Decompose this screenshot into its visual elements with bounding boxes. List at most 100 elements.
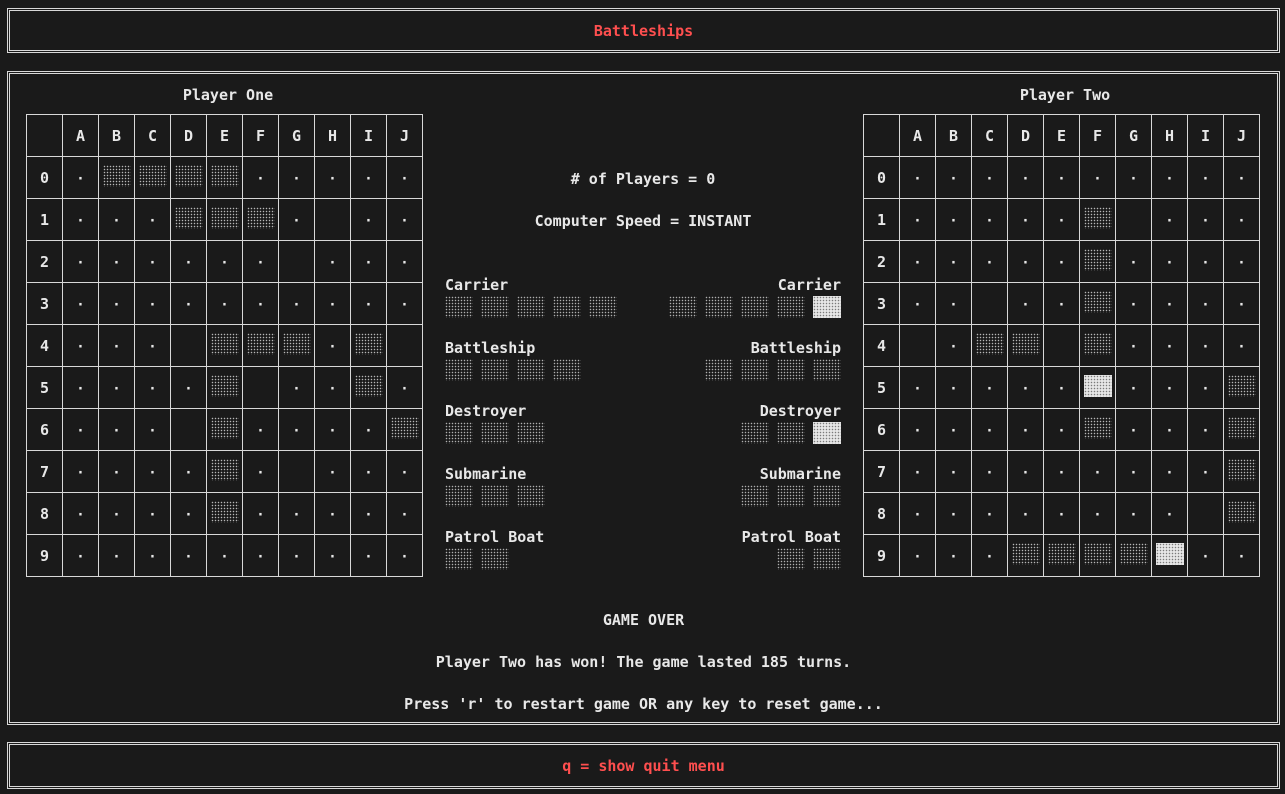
empty-water: · (1165, 170, 1174, 187)
board-cell: · (278, 366, 315, 409)
board-cell: · (899, 492, 936, 535)
board-cell: · (971, 534, 1008, 577)
ship-block (517, 422, 545, 444)
empty-water: · (1021, 506, 1030, 523)
empty-water: · (1021, 380, 1030, 397)
board-cell (206, 492, 243, 535)
empty-water: · (1237, 296, 1246, 313)
empty-water: · (256, 548, 265, 565)
hit-segment (1155, 542, 1184, 565)
board-cell: · (1007, 450, 1044, 493)
row-header: 5 (26, 366, 63, 409)
empty-water: · (1165, 506, 1174, 523)
board-cell: · (899, 408, 936, 451)
board-cell: · (350, 240, 387, 283)
empty-water: · (292, 548, 301, 565)
board-cell: · (386, 450, 423, 493)
board-corner (26, 114, 63, 157)
game-over-heading: GAME OVER (602, 611, 685, 629)
board-cell: · (62, 366, 99, 409)
ship-block (553, 359, 581, 381)
board-cell (1007, 324, 1044, 367)
board-cell: · (134, 240, 171, 283)
empty-water: · (1057, 296, 1066, 313)
board-cell: · (242, 408, 279, 451)
row-header: 3 (26, 282, 63, 325)
column-header: H (1151, 114, 1188, 157)
empty-water: · (112, 464, 121, 481)
ship-block (777, 359, 805, 381)
ship-segment (354, 332, 383, 355)
board-cell: · (1043, 240, 1080, 283)
empty-water: · (184, 380, 193, 397)
board-cell: · (62, 534, 99, 577)
empty-water: · (913, 506, 922, 523)
ship-health (445, 359, 645, 381)
board-cell: · (1223, 198, 1260, 241)
column-header: A (899, 114, 936, 157)
board-cell (1043, 324, 1080, 367)
board-cell: · (350, 534, 387, 577)
empty-water: · (1057, 170, 1066, 187)
ship-block (481, 422, 509, 444)
ship-block (481, 296, 509, 318)
player-two-board: A B C D E F G H I J 0 · · · · · · · · · · 1 · · · · · · · · 2 · · · · · · · · ·… (863, 114, 1260, 577)
empty-water: · (913, 170, 922, 187)
board-cell: · (170, 450, 207, 493)
empty-water: · (364, 422, 373, 439)
row-header: 8 (863, 492, 900, 535)
empty-water: · (400, 170, 409, 187)
empty-water: · (400, 254, 409, 271)
board-cell: · (1115, 408, 1152, 451)
ship-segment (975, 332, 1004, 355)
empty-water: · (400, 296, 409, 313)
board-cell: · (278, 492, 315, 535)
ship-segment (1047, 542, 1076, 565)
restart-prompt: Press 'r' to restart game OR any key to … (404, 695, 883, 713)
empty-water: · (1165, 254, 1174, 271)
ship-segment (102, 164, 131, 187)
board-cell: · (1151, 198, 1188, 241)
board-cell: · (278, 534, 315, 577)
board-cell: · (1187, 156, 1224, 199)
board-cell: · (314, 492, 351, 535)
column-header: I (1187, 114, 1224, 157)
empty-water: · (949, 296, 958, 313)
empty-water: · (76, 254, 85, 271)
column-header: C (971, 114, 1008, 157)
fleet-right-carrier: Carrier (641, 276, 841, 318)
board-cell: · (935, 408, 972, 451)
empty-water: · (76, 548, 85, 565)
empty-water: · (148, 212, 157, 229)
board-cell: · (1151, 324, 1188, 367)
empty-water: · (949, 254, 958, 271)
board-cell: · (1187, 198, 1224, 241)
ship-block (741, 296, 769, 318)
empty-water: · (1057, 254, 1066, 271)
board-cell (1115, 534, 1152, 577)
ship-segment (246, 332, 275, 355)
fleet-right-patrol-boat: Patrol Boat (641, 528, 841, 570)
empty-water: · (112, 254, 121, 271)
board-cell: · (98, 282, 135, 325)
board-cell: · (350, 492, 387, 535)
board-cell: · (1007, 240, 1044, 283)
board-cell (1223, 450, 1260, 493)
game-title: Battleships (593, 21, 694, 40)
fleet-left-carrier: Carrier (445, 276, 645, 318)
empty-water: · (328, 338, 337, 355)
empty-water: · (256, 464, 265, 481)
board-cell: · (1043, 366, 1080, 409)
column-header: C (134, 114, 171, 157)
board-cell: · (1007, 198, 1044, 241)
ship-block (517, 296, 545, 318)
board-cell: · (971, 240, 1008, 283)
fleet-left-destroyer: Destroyer (445, 402, 645, 444)
board-cell: · (1115, 324, 1152, 367)
ship-segment (210, 500, 239, 523)
board-cell (98, 156, 135, 199)
board-cell: · (206, 534, 243, 577)
board-cell: · (98, 450, 135, 493)
empty-water: · (985, 170, 994, 187)
ship-block (777, 296, 805, 318)
